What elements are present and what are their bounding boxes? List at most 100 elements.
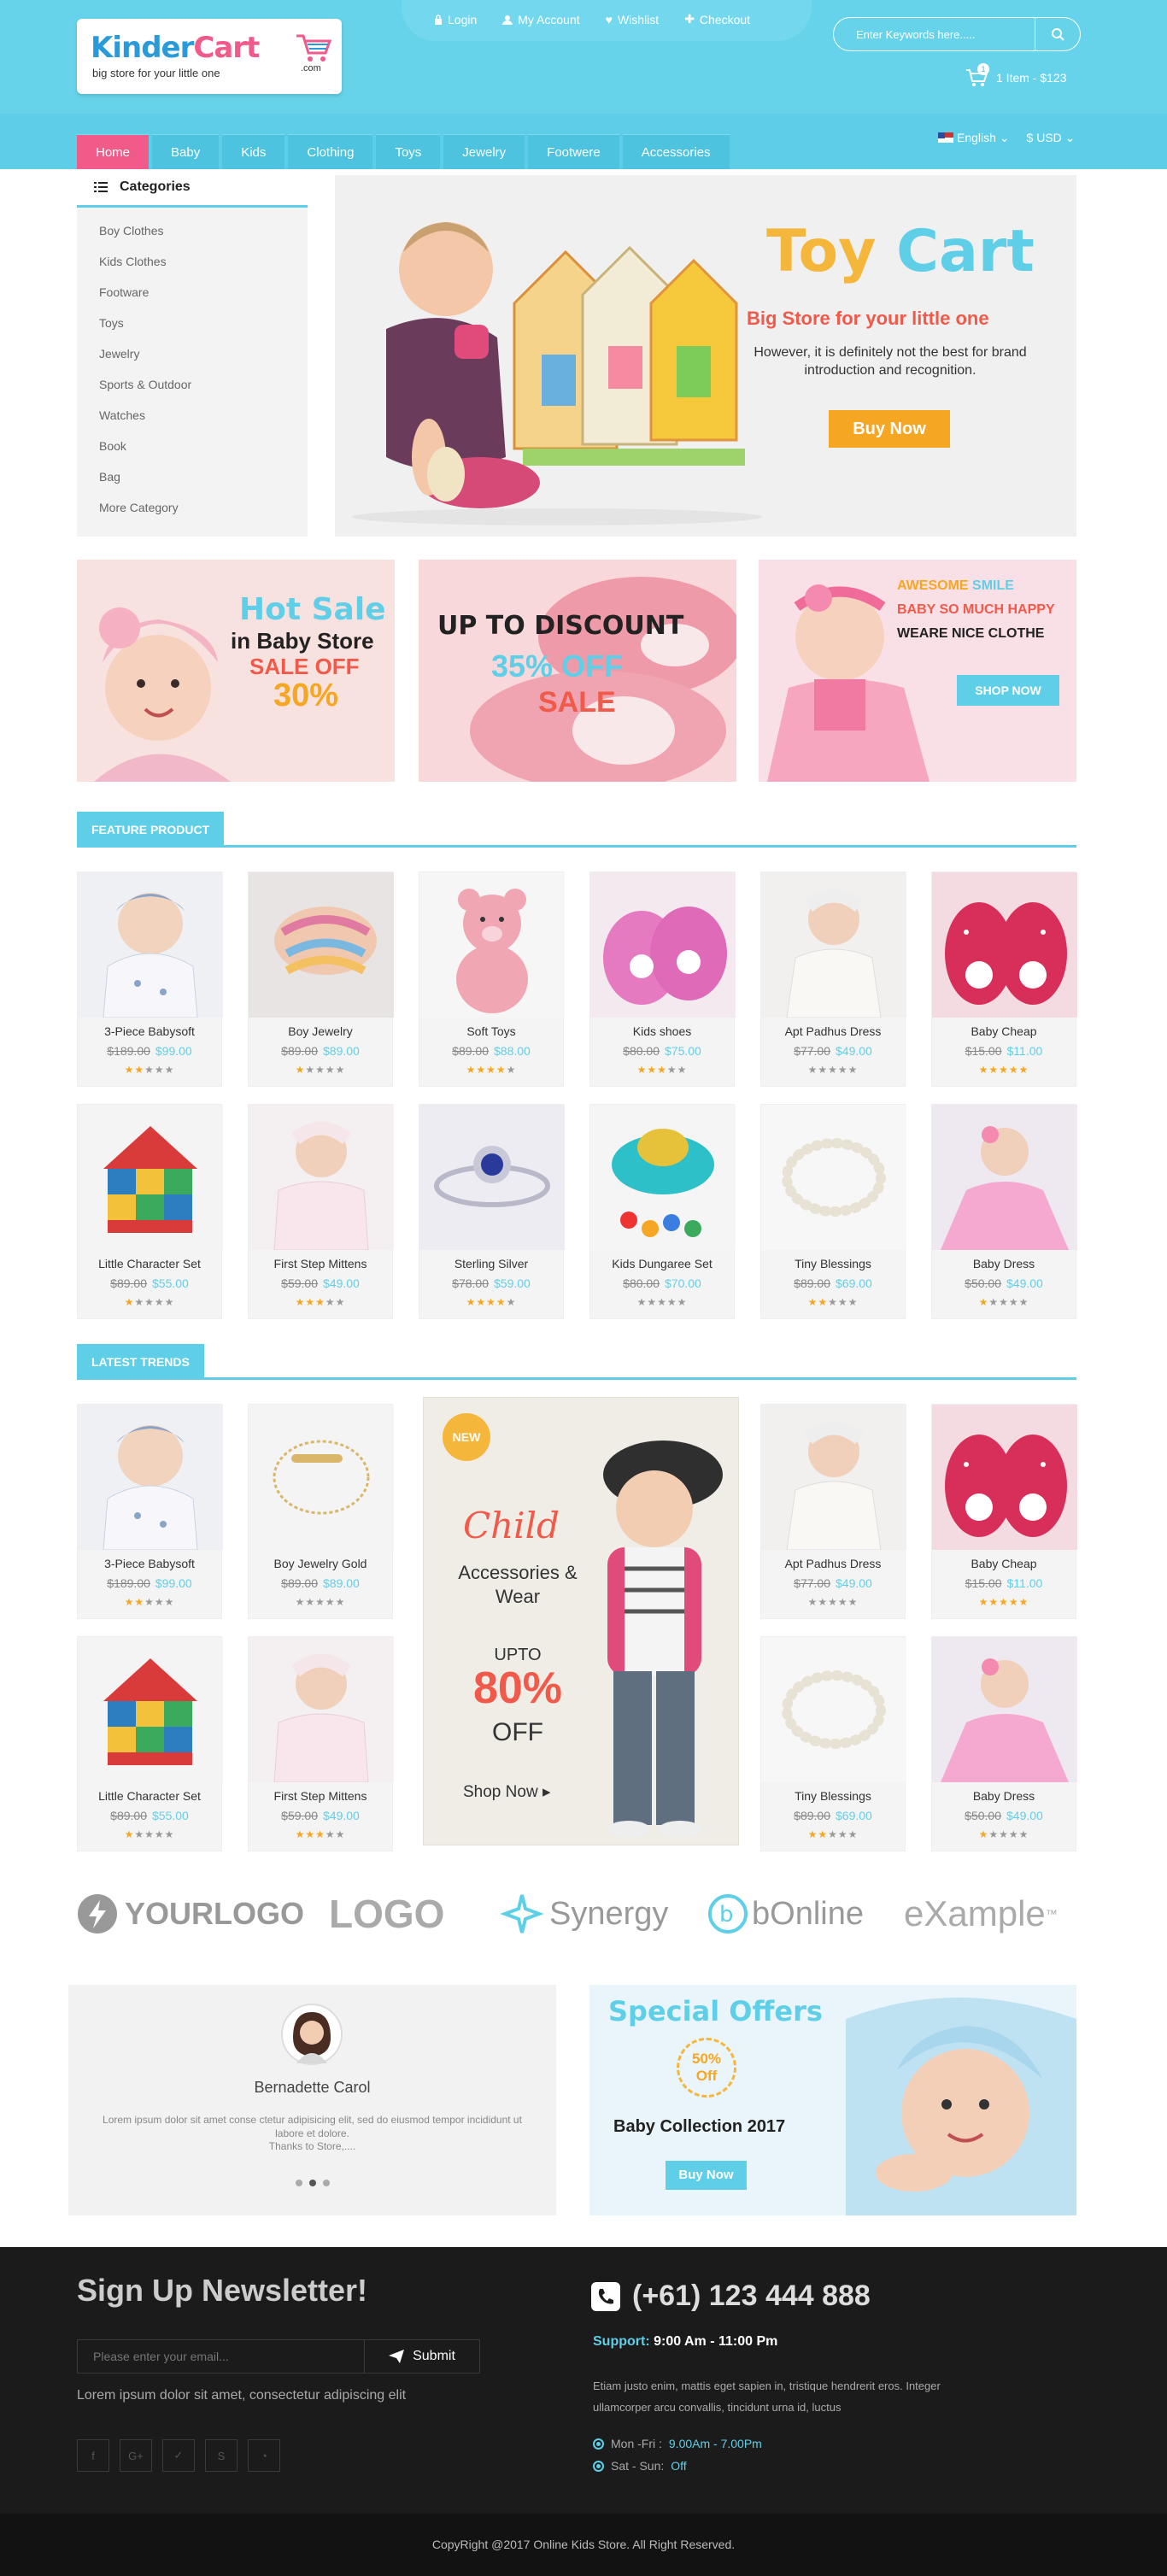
product-card[interactable]: Soft Toys $89.00 $88.00 ★★★★★ bbox=[419, 871, 565, 1087]
product-card[interactable]: First Step Mittens $59.00 $49.00 ★★★★★ bbox=[248, 1636, 394, 1851]
product-card[interactable]: Kids Dungaree Set $80.00 $70.00 ★★★★★ bbox=[589, 1104, 736, 1319]
nav-toys[interactable]: Toys bbox=[376, 134, 441, 169]
product-card[interactable]: Kids shoes $80.00 $75.00 ★★★★★ bbox=[589, 871, 736, 1087]
mini-cart[interactable]: 1 1 Item - $123 bbox=[965, 63, 1067, 87]
brand-logo-logo[interactable]: LOGO bbox=[329, 1884, 444, 1944]
logo[interactable]: KinderCart big store for your little one… bbox=[77, 19, 342, 94]
brand-logo-example[interactable]: eXample ™ bbox=[904, 1884, 1058, 1944]
search-input[interactable] bbox=[834, 27, 1035, 41]
product-card[interactable]: 3-Piece Babysoft $189.00 $99.00 ★★★★★ bbox=[77, 871, 223, 1087]
product-image[interactable] bbox=[78, 1105, 223, 1250]
checkout-link[interactable]: ✚ Checkout bbox=[684, 12, 750, 26]
slider-buy-now-button[interactable]: Buy Now bbox=[829, 410, 950, 448]
special-buy-now-button[interactable]: Buy Now bbox=[666, 2161, 747, 2190]
category-item[interactable]: Sports & Outdoor bbox=[99, 373, 308, 404]
product-image[interactable] bbox=[78, 1405, 223, 1550]
product-name[interactable]: 3-Piece Babysoft bbox=[78, 1024, 221, 1038]
google-plus-icon[interactable]: G+ bbox=[120, 2439, 152, 2472]
product-name[interactable]: Baby Dress bbox=[932, 1789, 1076, 1803]
product-card[interactable]: Baby Dress $50.00 $49.00 ★★★★★ bbox=[931, 1636, 1077, 1851]
category-item[interactable]: Kids Clothes bbox=[99, 250, 308, 281]
product-image[interactable] bbox=[932, 1105, 1077, 1250]
product-image[interactable] bbox=[419, 1105, 565, 1250]
special-offers-banner[interactable]: Special Offers 50% Off Baby Collection 2… bbox=[589, 1985, 1076, 2215]
category-item[interactable]: Bag bbox=[99, 466, 308, 496]
product-name[interactable]: Boy Jewelry bbox=[249, 1024, 392, 1038]
product-card[interactable]: Baby Cheap $15.00 $11.00 ★★★★★ bbox=[931, 1404, 1077, 1619]
product-image[interactable] bbox=[590, 1105, 736, 1250]
product-image[interactable] bbox=[419, 872, 565, 1018]
product-card[interactable]: 3-Piece Babysoft $189.00 $99.00 ★★★★★ bbox=[77, 1404, 223, 1619]
search-button[interactable] bbox=[1035, 18, 1079, 50]
product-card[interactable]: First Step Mittens $59.00 $49.00 ★★★★★ bbox=[248, 1104, 394, 1319]
skype-icon[interactable]: S bbox=[205, 2439, 238, 2472]
my-account-link[interactable]: My Account bbox=[502, 12, 580, 26]
product-image[interactable] bbox=[590, 872, 736, 1018]
product-name[interactable]: First Step Mittens bbox=[249, 1789, 392, 1803]
product-image[interactable] bbox=[761, 1637, 906, 1782]
product-card[interactable]: Tiny Blessings $89.00 $69.00 ★★★★★ bbox=[760, 1104, 906, 1319]
nav-clothing[interactable]: Clothing bbox=[288, 134, 373, 169]
category-item[interactable]: Watches bbox=[99, 404, 308, 435]
login-link[interactable]: Login bbox=[434, 12, 477, 26]
product-image[interactable] bbox=[249, 1405, 394, 1550]
brand-logo-yourlogo[interactable]: YOURLOGO bbox=[77, 1884, 304, 1944]
pagination-dot[interactable] bbox=[323, 2180, 330, 2186]
facebook-icon[interactable]: f bbox=[77, 2439, 109, 2472]
product-card[interactable]: Baby Dress $50.00 $49.00 ★★★★★ bbox=[931, 1104, 1077, 1319]
hot-sale-banner[interactable]: Hot Sale in Baby Store SALE OFF 30% bbox=[77, 560, 395, 782]
product-name[interactable]: 3-Piece Babysoft bbox=[78, 1557, 221, 1570]
phone-contact[interactable]: (+61) 123 444 888 bbox=[591, 2280, 871, 2313]
product-card[interactable]: Little Character Set $89.00 $55.00 ★★★★★ bbox=[77, 1104, 223, 1319]
product-card[interactable]: Apt Padhus Dress $77.00 $49.00 ★★★★★ bbox=[760, 1404, 906, 1619]
product-card[interactable]: Apt Padhus Dress $77.00 $49.00 ★★★★★ bbox=[760, 871, 906, 1087]
product-name[interactable]: Baby Cheap bbox=[932, 1024, 1076, 1038]
category-item[interactable]: Toys bbox=[99, 312, 308, 343]
product-name[interactable]: Soft Toys bbox=[419, 1024, 563, 1038]
product-card[interactable]: Baby Cheap $15.00 $11.00 ★★★★★ bbox=[931, 871, 1077, 1087]
product-name[interactable]: Baby Cheap bbox=[932, 1557, 1076, 1570]
nav-home[interactable]: Home bbox=[77, 134, 150, 169]
product-name[interactable]: Boy Jewelry Gold bbox=[249, 1557, 392, 1570]
product-image[interactable] bbox=[249, 1105, 394, 1250]
product-name[interactable]: Sterling Silver bbox=[419, 1257, 563, 1270]
language-dropdown[interactable]: English ⌄ bbox=[938, 131, 1010, 145]
product-image[interactable] bbox=[761, 1105, 906, 1250]
product-image[interactable] bbox=[249, 872, 394, 1018]
product-card[interactable]: Sterling Silver $78.00 $59.00 ★★★★★ bbox=[419, 1104, 565, 1319]
nav-footwere[interactable]: Footwere bbox=[528, 134, 619, 169]
product-image[interactable] bbox=[761, 1405, 906, 1550]
nav-jewelry[interactable]: Jewelry bbox=[443, 134, 525, 169]
product-name[interactable]: Apt Padhus Dress bbox=[761, 1024, 905, 1038]
product-name[interactable]: Apt Padhus Dress bbox=[761, 1557, 905, 1570]
promo-shop-now-link[interactable]: Shop Now ▸ bbox=[463, 1782, 551, 1802]
product-image[interactable] bbox=[761, 872, 906, 1018]
pagination-dot-active[interactable] bbox=[309, 2180, 316, 2186]
product-name[interactable]: Little Character Set bbox=[78, 1257, 221, 1270]
shop-now-button[interactable]: SHOP NOW bbox=[957, 675, 1059, 706]
product-image[interactable] bbox=[78, 1637, 223, 1782]
currency-dropdown[interactable]: $ USD ⌄ bbox=[1027, 131, 1076, 145]
product-image[interactable] bbox=[249, 1637, 394, 1782]
product-card[interactable]: Tiny Blessings $89.00 $69.00 ★★★★★ bbox=[760, 1636, 906, 1851]
category-item[interactable]: Jewelry bbox=[99, 343, 308, 373]
product-name[interactable]: Tiny Blessings bbox=[761, 1257, 905, 1270]
wishlist-link[interactable]: ♥ Wishlist bbox=[606, 12, 660, 26]
child-accessories-promo[interactable]: NEW Child Accessories & Wear UPTO 80% OF… bbox=[423, 1397, 739, 1845]
category-item[interactable]: Footware bbox=[99, 281, 308, 312]
brand-logo-synergy[interactable]: Synergy bbox=[500, 1884, 668, 1944]
product-name[interactable]: First Step Mittens bbox=[249, 1257, 392, 1270]
nav-accessories[interactable]: Accessories bbox=[622, 134, 730, 169]
product-card[interactable]: Little Character Set $89.00 $55.00 ★★★★★ bbox=[77, 1636, 223, 1851]
brand-logo-bonline[interactable]: b bOnline bbox=[707, 1884, 864, 1944]
newsletter-submit-button[interactable]: Submit bbox=[364, 2340, 479, 2373]
product-image[interactable] bbox=[78, 872, 223, 1018]
product-name[interactable]: Baby Dress bbox=[932, 1257, 1076, 1270]
product-card[interactable]: Boy Jewelry $89.00 $89.00 ★★★★★ bbox=[248, 871, 394, 1087]
product-image[interactable] bbox=[932, 1637, 1077, 1782]
pagination-dot[interactable] bbox=[296, 2180, 302, 2186]
product-card[interactable]: Boy Jewelry Gold $89.00 $89.00 ★★★★★ bbox=[248, 1404, 394, 1619]
awesome-smile-banner[interactable]: AWESOME SMILE BABY SO MUCH HAPPY WEARE N… bbox=[759, 560, 1076, 782]
nav-baby[interactable]: Baby bbox=[152, 134, 220, 169]
rss-icon[interactable]: ◔ bbox=[248, 2439, 280, 2472]
